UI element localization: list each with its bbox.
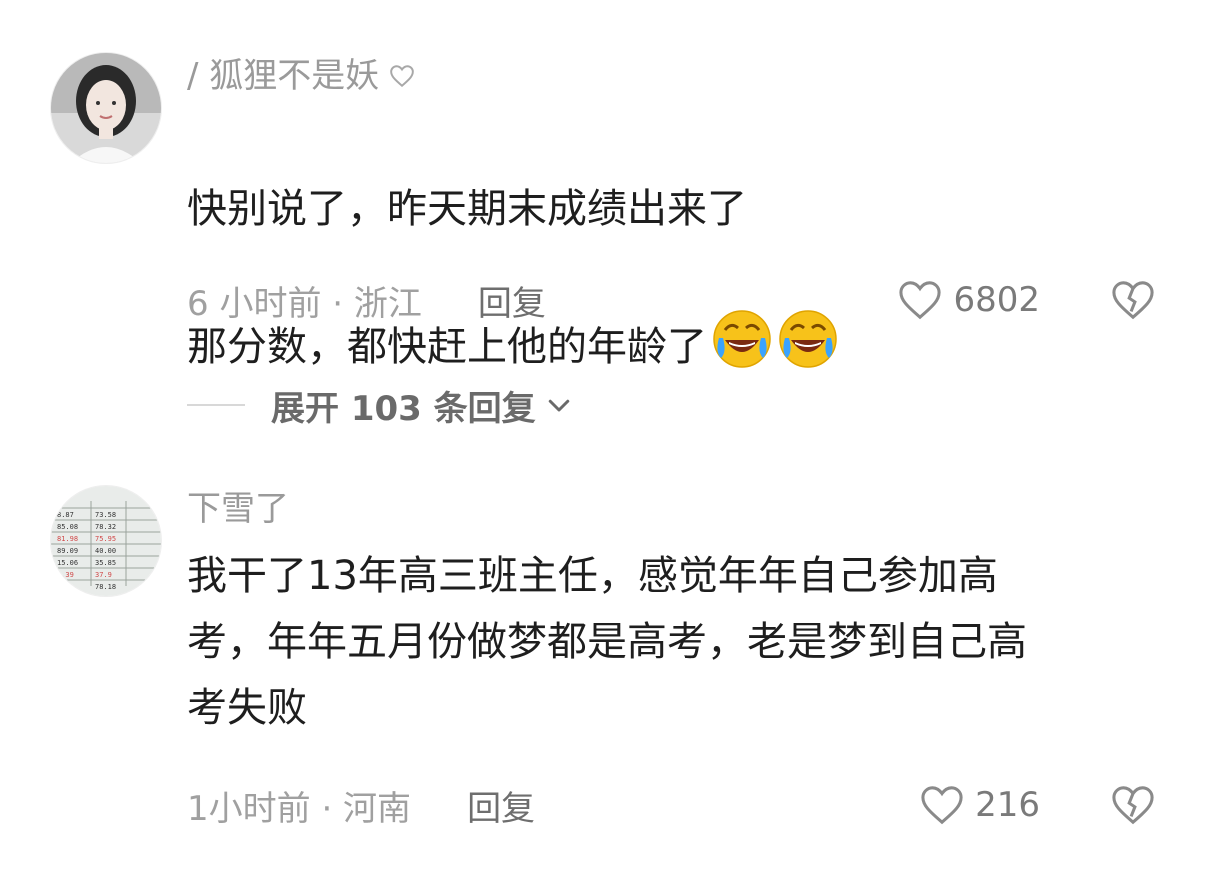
username-row: 下雪了 <box>187 483 1166 535</box>
svg-text:81.98: 81.98 <box>57 535 78 543</box>
heart-icon <box>921 786 963 825</box>
svg-text:8.87: 8.87 <box>57 511 74 519</box>
like-count: 216 <box>975 785 1040 825</box>
avatar-photo <box>51 53 161 163</box>
dislike-button[interactable] <box>1110 784 1156 826</box>
avatar-spreadsheet-image: 8.87 73.58 85.08 78.32 81.98 75.95 89.09 40.… <box>51 486 161 596</box>
avatar[interactable]: 8.87 73.58 85.08 78.32 81.98 75.95 89.09 40.… <box>50 485 162 597</box>
svg-text:89.09: 89.09 <box>57 547 78 555</box>
svg-text:73.58: 73.58 <box>95 511 116 519</box>
username-row: / 狐狸不是妖 <box>187 50 1166 102</box>
svg-text:40.00: 40.00 <box>95 547 116 555</box>
comment-meta: 6 小时前 · 浙江 回复 6802 <box>187 275 1156 325</box>
broken-heart-icon <box>1112 281 1154 320</box>
reply-button[interactable]: 回复 <box>467 781 535 830</box>
svg-text:75.95: 75.95 <box>95 535 116 543</box>
like-button[interactable]: 6802 <box>897 279 1040 321</box>
svg-text:37.9: 37.9 <box>95 571 112 579</box>
divider-line <box>187 404 245 406</box>
author-liked-heart-icon <box>389 64 415 88</box>
svg-text:35.85: 35.85 <box>95 559 116 567</box>
dislike-button[interactable] <box>1110 279 1156 321</box>
chevron-down-icon <box>544 390 574 420</box>
heart-icon <box>899 281 942 320</box>
like-count: 6802 <box>953 280 1040 320</box>
svg-text:85.08: 85.08 <box>57 523 78 531</box>
comment-text: 我干了13年高三班主任，感觉年年自己参加高 考，年年五月份做梦都是高考，老是梦到… <box>187 553 1027 731</box>
svg-text:78.18: 78.18 <box>95 583 116 591</box>
svg-text:78.32: 78.32 <box>95 523 116 531</box>
comment-body: 下雪了 我干了13年高三班主任，感觉年年自己参加高 考，年年五月份做梦都是高考，… <box>187 483 1166 741</box>
time-location: 6 小时前 · 浙江 <box>187 283 422 324</box>
reply-button[interactable]: 回复 <box>478 276 546 325</box>
expand-replies-label: 展开 103 条回复 <box>271 388 536 429</box>
comment-text-content: 那分数，都快赶上他的年龄了 <box>187 324 707 370</box>
comment-text-line: 快别说了，昨天期末成绩出来了 <box>187 186 747 232</box>
username[interactable]: 下雪了 <box>187 483 289 535</box>
like-button[interactable]: 216 <box>919 784 1040 826</box>
broken-heart-icon <box>1112 786 1154 825</box>
expand-replies-button[interactable]: 展开 103 条回复 <box>187 380 574 430</box>
avatar[interactable] <box>50 52 162 164</box>
time-location: 1小时前 · 河南 <box>187 788 412 829</box>
comment-meta: 1小时前 · 河南 回复 216 <box>187 780 1156 830</box>
username[interactable]: / 狐狸不是妖 <box>187 50 379 102</box>
svg-text:15.06: 15.06 <box>57 559 78 567</box>
svg-text:1.39: 1.39 <box>57 571 74 579</box>
